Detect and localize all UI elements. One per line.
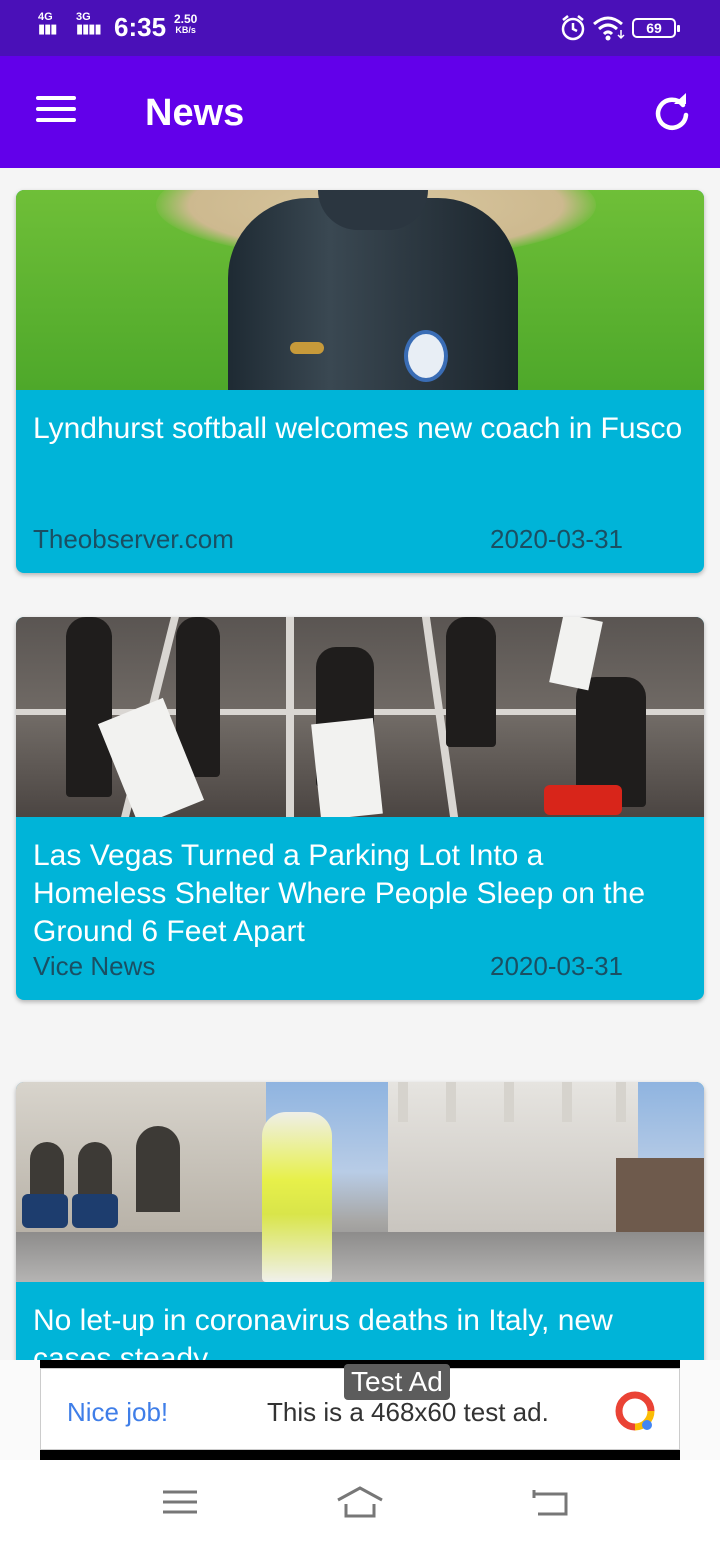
article-title: Lyndhurst softball welcomes new coach in… [33, 412, 683, 445]
network-speed: 2.50 KB/s [174, 12, 198, 36]
network-indicator-4g: 4G ▮▮▮ [38, 12, 57, 36]
signal-icon: ▮▮▮▮ [76, 21, 102, 36]
page-title: News [145, 92, 245, 134]
refresh-icon[interactable] [652, 93, 692, 133]
news-card[interactable]: Las Vegas Turned a Parking Lot Into a Ho… [16, 617, 704, 1000]
ad-text: This is a 468x60 test ad. [267, 1397, 549, 1427]
home-icon[interactable] [336, 1482, 384, 1522]
ad-logo-icon [615, 1391, 655, 1431]
article-image [16, 190, 704, 390]
battery-icon: 69 [632, 18, 680, 38]
clock: 6:35 [114, 12, 167, 42]
network-indicator-3g: 3G ▮▮▮▮ [76, 12, 102, 36]
alarm-icon [561, 15, 585, 41]
back-icon[interactable] [526, 1482, 574, 1522]
article-date: 2020-03-31 [490, 524, 623, 554]
wifi-icon [593, 16, 625, 41]
ad-banner[interactable]: Nice job! This is a 468x60 test ad. Test… [0, 1360, 720, 1460]
system-nav-bar [0, 1460, 720, 1544]
status-bar: 4G ▮▮▮ 3G ▮▮▮▮ 6:35 2.50 KB/s 69 [0, 0, 720, 56]
signal-icon: ▮▮▮ [38, 21, 57, 36]
article-title: Las Vegas Turned a Parking Lot Into a Ho… [33, 839, 646, 948]
article-source: Theobserver.com [33, 524, 234, 554]
news-card[interactable]: Lyndhurst softball welcomes new coach in… [16, 190, 704, 573]
news-feed[interactable]: Lyndhurst softball welcomes new coach in… [0, 168, 720, 1360]
recent-apps-icon[interactable] [156, 1482, 204, 1522]
speed-value: 2.50 [174, 12, 198, 26]
article-title: No let-up in coronavirus deaths in Italy… [33, 1304, 613, 1360]
article-image [16, 617, 704, 817]
app-bar: News [0, 56, 720, 168]
article-image [16, 1082, 704, 1282]
news-card[interactable]: No let-up in coronavirus deaths in Italy… [16, 1082, 704, 1360]
hamburger-menu-icon[interactable] [36, 96, 76, 128]
article-date: 2020-03-31 [490, 951, 623, 981]
article-source: Vice News [33, 951, 156, 981]
ad-headline: Nice job! [67, 1397, 169, 1427]
ad-frame[interactable]: Nice job! This is a 468x60 test ad. Test… [40, 1360, 680, 1460]
ad-label: Test Ad [344, 1364, 450, 1400]
speed-unit: KB/s [175, 25, 196, 35]
